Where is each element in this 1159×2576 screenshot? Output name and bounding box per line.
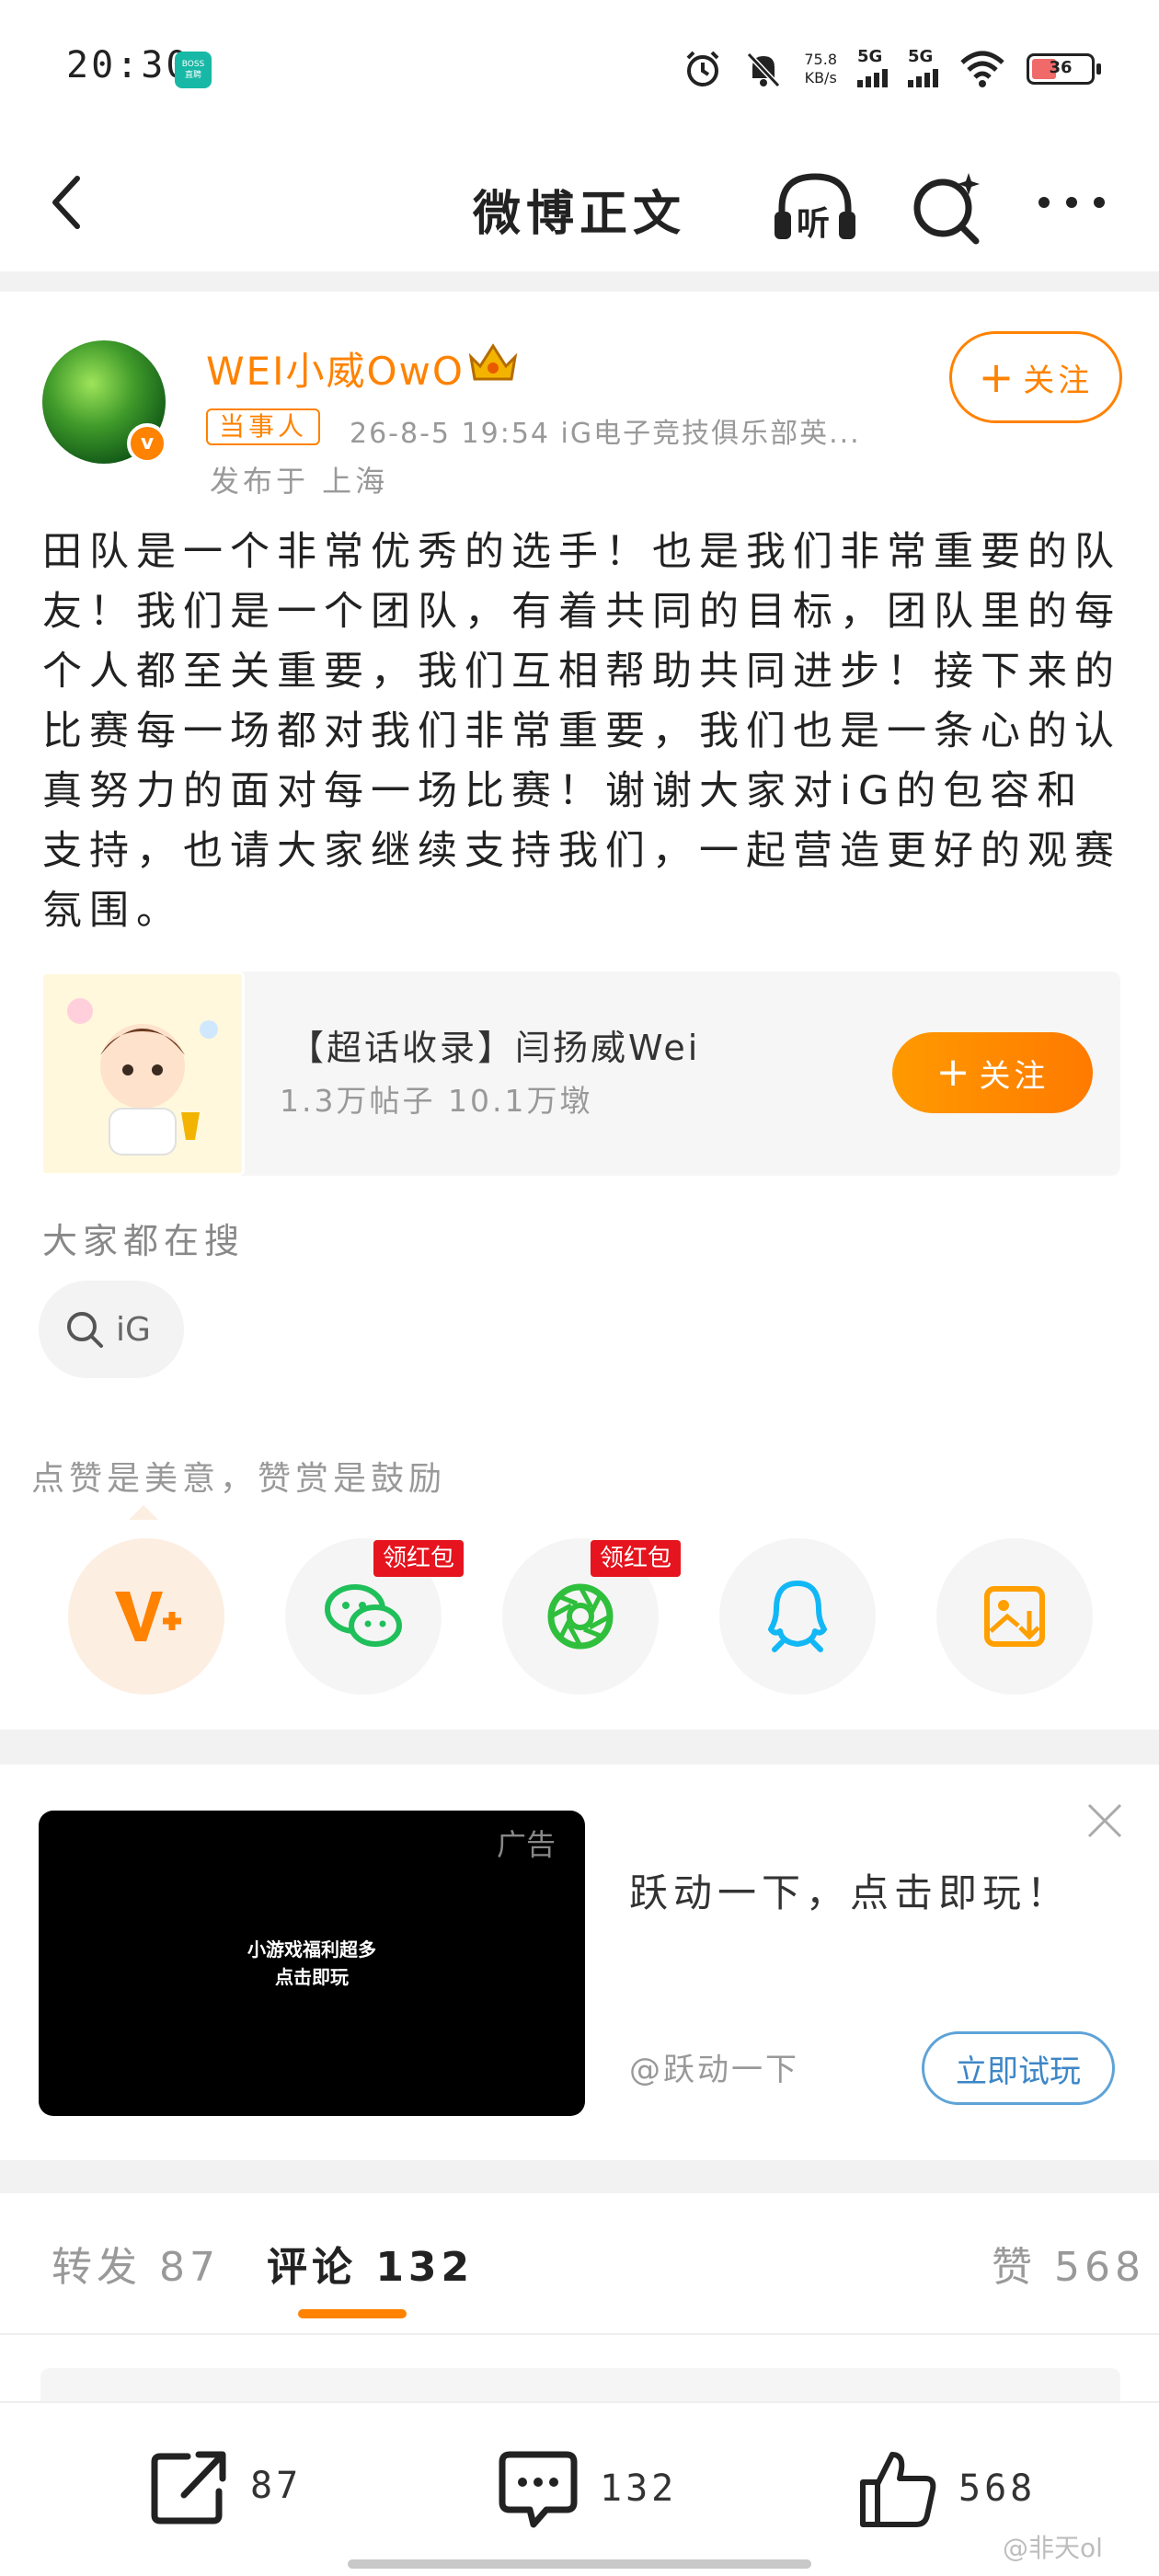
wifi-icon [960,51,1004,87]
search-sparkle-icon [913,173,980,245]
active-tab-indicator [298,2309,407,2318]
nav-bar: 微博正文 听 [0,138,1159,271]
separator [0,271,1159,292]
follow-label: 关注 [1023,362,1094,399]
tab-repost[interactable]: 转发 87 [52,2234,220,2293]
ad-source[interactable]: @跃动一下 [629,2044,799,2089]
separator [0,1730,1159,1765]
search-icon [67,1312,103,1348]
ad-label: 广告 [497,1827,557,1862]
ad-try-button[interactable]: 立即试玩 [922,2031,1115,2105]
reward-hint: 点赞是美意，赞赏是鼓励 [31,1460,447,1498]
vplus-reward-button[interactable] [68,1538,224,1695]
super-topic-thumbnail [40,972,245,1176]
home-indicator[interactable] [348,2559,811,2569]
save-image-icon [984,1586,1045,1647]
redpack-badge: 领红包 [591,1540,682,1577]
super-topic-follow-label: 关注 [979,1057,1050,1095]
role-tag: 当事人 [206,408,321,445]
share-qq-button[interactable] [719,1538,876,1695]
moments-icon [547,1583,614,1650]
plus-icon: + [978,352,1018,402]
crown-badge-icon [465,340,521,385]
wechat-icon [325,1584,402,1647]
post-location: 发布于 上海 [210,464,389,499]
comment-count: 132 [600,2467,678,2510]
like-count: 568 [958,2467,1037,2510]
comment-button[interactable]: 132 [497,2447,677,2530]
watermark: @非天ol [1003,2533,1103,2563]
save-image-button[interactable] [936,1538,1093,1695]
status-icons: 75.8 KB/s 5G 5G 36 [683,46,1101,92]
separator [0,2160,1159,2193]
reward-pointer [129,1505,158,1520]
redpack-badge: 领红包 [373,1540,465,1577]
tab-comment[interactable]: 评论 132 [267,2234,474,2293]
signal-sim2-icon: 5G [908,47,938,87]
boss-app-icon: BOSS 直聘 [175,52,212,88]
alarm-icon [686,51,719,86]
repost-icon [151,2451,226,2524]
divider [0,2333,1159,2335]
more-dots-icon [1039,197,1105,208]
super-topic-title: 【超话收录】闫扬威Wei [289,1028,701,1068]
battery-icon: 36 [1027,53,1101,85]
status-time: 20:30 [66,44,191,86]
status-bar: 20:30 BOSS 直聘 75.8 KB/s 5G 5G 36 [0,0,1159,138]
post-meta: 26-8-5 19:54 iG电子竞技俱乐部英... [350,418,861,450]
battery-level: 36 [1049,58,1073,77]
verified-badge: v [127,423,167,464]
author-name[interactable]: WEI小威OwO [206,340,465,397]
listen-label: 听 [797,205,831,243]
tab-like[interactable]: 赞 568 [992,2234,1145,2293]
thumbs-up-icon [860,2452,936,2527]
post-body: 田队是一个非常优秀的选手！也是我们非常重要的队友！我们是一个团队，有着共同的目标… [42,529,1121,934]
ad-video-caption: 小游戏福利超多 点击即玩 [247,1938,376,1988]
signal-sim1-icon: 5G [857,47,888,87]
ad-close-button[interactable] [1082,1798,1128,1844]
trending-search-chip[interactable]: iG [39,1281,184,1378]
plus-icon: + [935,1049,974,1096]
trending-search-label: iG [116,1310,151,1349]
super-topic-stats: 1.3万帖子 10.1万墩 [280,1083,593,1119]
sim2-label: 5G [908,47,934,66]
search-button[interactable] [906,166,989,248]
vplus-icon [115,1592,181,1641]
sim1-label: 5G [857,47,883,66]
close-icon [1087,1803,1122,1838]
comment-icon [499,2451,578,2528]
net-speed: 75.8 KB/s [804,51,837,86]
ad-title: 跃动一下，点击即玩！ [629,1870,1072,1915]
qq-icon [768,1581,827,1652]
repost-count: 87 [250,2465,303,2507]
repost-button[interactable]: 87 [147,2447,302,2524]
trending-search-heading: 大家都在搜 [42,1221,246,1261]
super-topic-follow-button[interactable]: + 关注 [892,1032,1093,1113]
mute-bell-icon [747,52,781,88]
follow-button[interactable]: + 关注 [949,331,1122,423]
like-button[interactable]: 568 [855,2447,1036,2530]
super-topic-card[interactable]: 【超话收录】闫扬威Wei 1.3万帖子 10.1万墩 + 关注 [40,972,1120,1176]
listen-button[interactable]: 听 [769,166,861,248]
more-button[interactable] [1030,175,1113,230]
